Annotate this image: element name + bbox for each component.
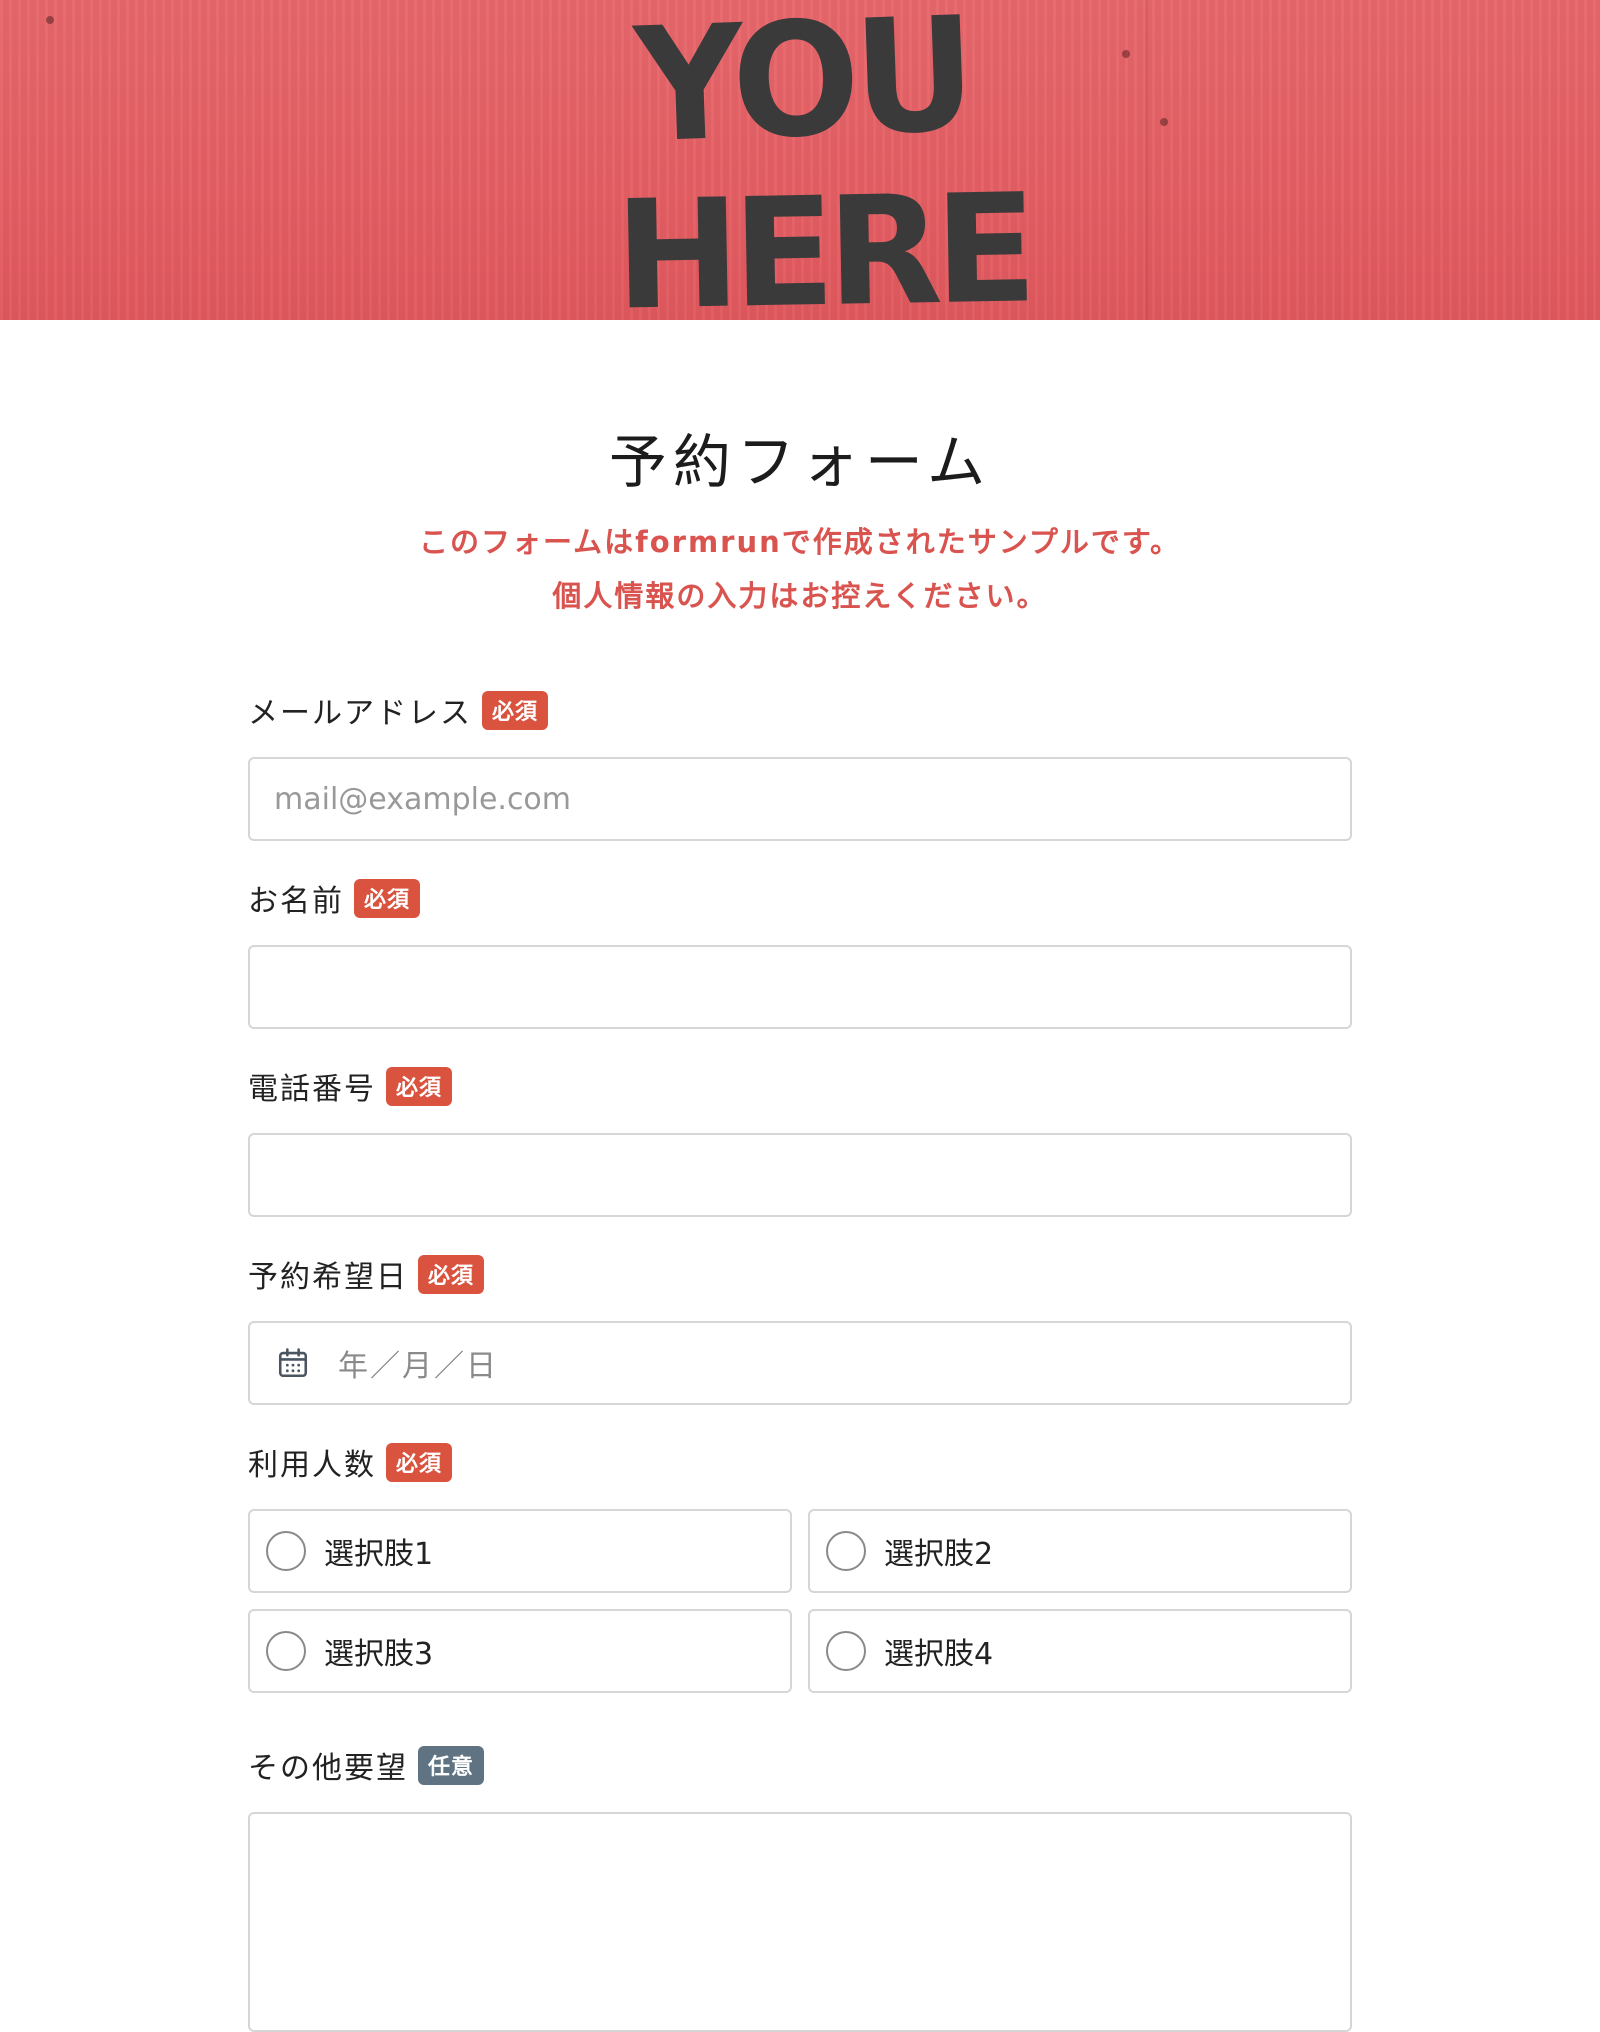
header-sign-lettering: YOU HERE — [610, 0, 1031, 320]
radio-option-4[interactable]: 選択肢4 — [808, 1609, 1352, 1693]
form-notice-line-2: 個人情報の入力はお控えください。 — [552, 579, 1048, 613]
name-label: お名前 必須 — [248, 876, 421, 920]
other-textarea[interactable] — [248, 1812, 1352, 2032]
radio-option-label: 選択肢4 — [884, 1637, 994, 1672]
calendar-icon — [278, 1348, 308, 1378]
radio-circle[interactable] — [826, 1631, 866, 1671]
radio-option-label: 選択肢1 — [324, 1537, 434, 1572]
header-nail — [46, 16, 54, 24]
date-input[interactable]: 年／月／日 — [248, 1321, 1352, 1405]
header-sign-line-2: HERE — [613, 162, 1031, 320]
required-badge: 必須 — [386, 1066, 453, 1106]
name-input[interactable] — [248, 945, 1352, 1029]
phone-input[interactable] — [248, 1133, 1352, 1217]
radio-circle[interactable] — [826, 1531, 866, 1571]
radio-circle[interactable] — [266, 1631, 306, 1671]
name-label-text: お名前 — [248, 884, 344, 919]
email-input[interactable]: mail@example.com — [248, 757, 1352, 841]
radio-option-label: 選択肢3 — [324, 1637, 434, 1672]
radio-option-2[interactable]: 選択肢2 — [808, 1509, 1352, 1593]
form-notice-line-1: このフォームはformrunで作成されたサンプルです。 — [418, 525, 1181, 559]
optional-badge: 任意 — [418, 1745, 485, 1785]
radio-circle[interactable] — [266, 1531, 306, 1571]
required-badge: 必須 — [418, 1254, 485, 1294]
radio-option-3[interactable]: 選択肢3 — [248, 1609, 792, 1693]
other-label-text: その他要望 — [248, 1751, 408, 1786]
header-nail — [1122, 50, 1130, 58]
other-label: その他要望 任意 — [248, 1743, 485, 1787]
email-label: メールアドレス 必須 — [248, 688, 549, 732]
header-sign-line-1: YOU — [631, 0, 973, 179]
required-badge: 必須 — [386, 1442, 453, 1482]
phone-label: 電話番号 必須 — [248, 1064, 453, 1108]
form-title: 予約フォーム — [608, 428, 992, 496]
people-label-text: 利用人数 — [248, 1448, 376, 1483]
people-label: 利用人数 必須 — [248, 1440, 453, 1484]
date-label: 予約希望日 必須 — [248, 1252, 485, 1296]
required-badge: 必須 — [354, 878, 421, 918]
radio-option-label: 選択肢2 — [884, 1537, 994, 1572]
email-placeholder: mail@example.com — [274, 781, 572, 817]
header-board-seam — [1145, 0, 1148, 320]
date-label-text: 予約希望日 — [248, 1260, 408, 1295]
radio-option-1[interactable]: 選択肢1 — [248, 1509, 792, 1593]
phone-label-text: 電話番号 — [248, 1072, 376, 1107]
date-placeholder: 年／月／日 — [338, 1349, 498, 1384]
required-badge: 必須 — [482, 690, 549, 730]
form-notice: このフォームはformrunで作成されたサンプルです。 個人情報の入力はお控えく… — [0, 515, 1600, 623]
header-nail — [1160, 118, 1168, 126]
header-image: YOU HERE — [0, 0, 1600, 320]
email-label-text: メールアドレス — [248, 696, 472, 731]
